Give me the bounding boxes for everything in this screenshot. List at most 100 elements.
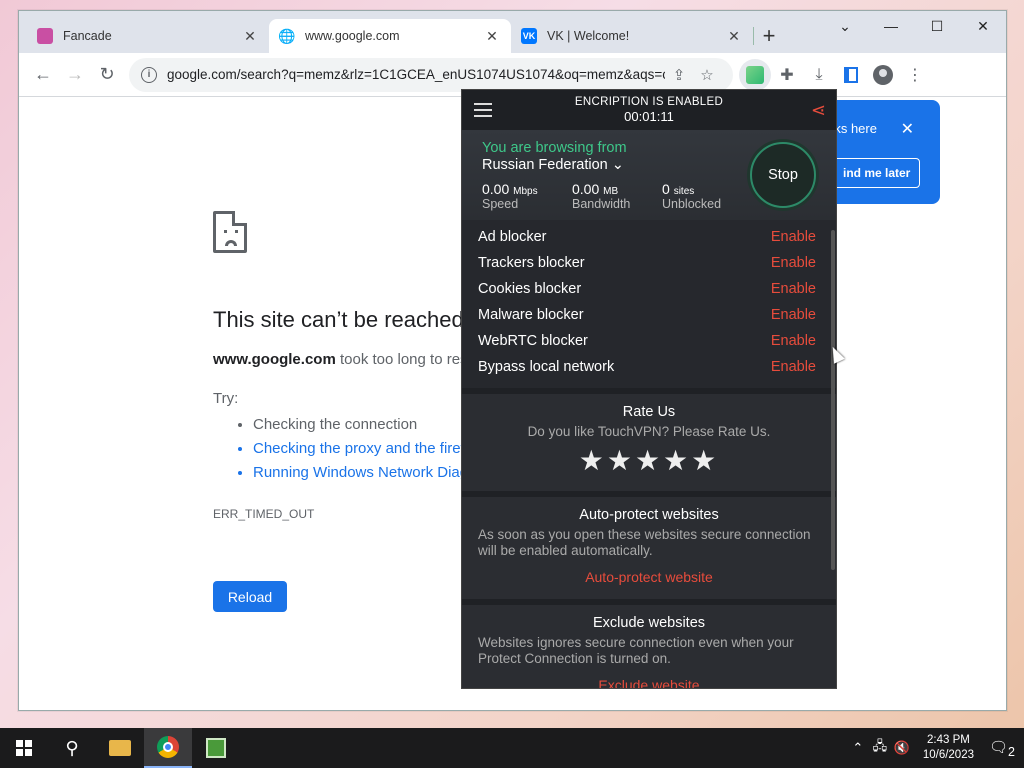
popup-scrollbar[interactable] bbox=[831, 230, 835, 570]
avatar-icon bbox=[873, 64, 893, 85]
hamburger-menu-icon[interactable] bbox=[474, 103, 492, 117]
blocker-name: Bypass local network bbox=[478, 359, 615, 375]
file-explorer-button[interactable] bbox=[96, 728, 144, 768]
blocker-row: Ad blocker Enable bbox=[462, 224, 836, 250]
side-panel-button[interactable] bbox=[835, 59, 867, 91]
tab-title: VK | Welcome! bbox=[547, 29, 630, 43]
chevron-down-icon: ⌄ bbox=[611, 157, 624, 173]
close-tab-icon[interactable]: ✕ bbox=[725, 28, 743, 45]
blocker-row: Bypass local network Enable bbox=[462, 354, 836, 380]
blocker-row: Cookies blocker Enable bbox=[462, 276, 836, 302]
profile-button[interactable] bbox=[867, 59, 899, 91]
tab-fancade[interactable]: Fancade ✕ bbox=[27, 19, 269, 53]
enable-cookies-blocker-button[interactable]: Enable bbox=[771, 281, 816, 297]
clock-date: 10/6/2023 bbox=[922, 749, 974, 761]
clock[interactable]: 2:43 PM 10/6/2023 bbox=[923, 733, 974, 763]
blocker-name: Ad blocker bbox=[478, 229, 547, 245]
stat-unit: MB bbox=[603, 186, 619, 197]
notification-icon: 🗨 bbox=[989, 738, 1009, 756]
start-button[interactable] bbox=[0, 728, 48, 768]
reload-page-button[interactable]: Reload bbox=[213, 581, 287, 612]
close-tab-icon[interactable]: ✕ bbox=[483, 28, 501, 45]
stop-vpn-button[interactable]: Stop bbox=[750, 142, 816, 208]
touchvpn-popup: ENCRIPTION IS ENABLED 00:01:11 ⋖ You are… bbox=[461, 89, 837, 689]
tab-google[interactable]: 🌐 www.google.com ✕ bbox=[269, 19, 511, 53]
enable-bypass-local-button[interactable]: Enable bbox=[771, 359, 816, 375]
tab-vk[interactable]: VK VK | Welcome! ✕ bbox=[511, 19, 753, 53]
stat-value: 0.00 bbox=[482, 181, 510, 197]
stat-unit: Mbps bbox=[513, 186, 538, 197]
auto-protect-link[interactable]: Auto-protect website bbox=[478, 569, 820, 585]
site-info-icon[interactable]: i bbox=[141, 66, 157, 83]
blocker-name: Cookies blocker bbox=[478, 281, 582, 297]
auto-protect-section: Auto-protect websites As soon as you ope… bbox=[462, 491, 836, 599]
fancade-favicon-icon bbox=[37, 28, 53, 44]
address-bar[interactable]: i google.com/search?q=memz&rlz=1C1GCEA_e… bbox=[129, 57, 733, 92]
vpn-status-panel: You are browsing from Russian Federation… bbox=[462, 130, 836, 220]
enable-webrtc-blocker-button[interactable]: Enable bbox=[771, 333, 816, 349]
tooltip-close-icon[interactable]: ✕ bbox=[901, 119, 914, 139]
share-icon[interactable]: ⋖ bbox=[811, 100, 826, 121]
stat-label: Speed bbox=[482, 197, 519, 211]
exclude-text: Websites ignores secure connection even … bbox=[478, 635, 794, 666]
blocker-row: WebRTC blocker Enable bbox=[462, 328, 836, 354]
back-button[interactable]: ← bbox=[27, 59, 59, 91]
sad-page-icon bbox=[213, 211, 247, 253]
search-icon[interactable]: ⚲ bbox=[48, 728, 96, 768]
extensions-puzzle-icon[interactable]: ✚ bbox=[771, 59, 803, 91]
rate-us-text: Do you like TouchVPN? Please Rate Us. bbox=[527, 424, 771, 439]
clock-time: 2:43 PM bbox=[927, 734, 970, 746]
stat-label: Bandwidth bbox=[572, 197, 631, 211]
blocker-name: Malware blocker bbox=[478, 307, 584, 323]
stat-value: 0 bbox=[662, 181, 670, 197]
reload-button[interactable]: ↻ bbox=[91, 59, 123, 91]
country-name: Russian Federation bbox=[482, 157, 608, 173]
download-icon[interactable]: ⤓ bbox=[803, 59, 835, 91]
share-icon[interactable]: ⇪ bbox=[665, 66, 693, 84]
exclude-section: Exclude websites Websites ignores secure… bbox=[462, 599, 836, 688]
new-tab-button[interactable]: + bbox=[754, 19, 784, 53]
minimize-button[interactable]: — bbox=[868, 11, 914, 41]
enable-malware-blocker-button[interactable]: Enable bbox=[771, 307, 816, 323]
globe-icon: 🌐 bbox=[278, 27, 296, 44]
auto-protect-text: As soon as you open these websites secur… bbox=[478, 527, 811, 558]
network-icon[interactable]: 🖧 bbox=[869, 737, 891, 759]
forward-button[interactable]: → bbox=[59, 59, 91, 91]
blocker-list: Ad blocker Enable Trackers blocker Enable … bbox=[462, 220, 836, 388]
menu-kebab-icon[interactable]: ⋮ bbox=[899, 59, 931, 91]
bookmark-star-icon[interactable]: ☆ bbox=[693, 66, 721, 84]
volume-muted-icon[interactable]: 🔇 bbox=[891, 740, 913, 756]
notifications-button[interactable]: 🗨2 bbox=[986, 738, 1018, 759]
connection-timer: 00:01:11 bbox=[624, 109, 674, 124]
chrome-taskbar-button[interactable] bbox=[144, 728, 192, 768]
tab-strip: Fancade ✕ 🌐 www.google.com ✕ VK VK | Wel… bbox=[19, 11, 1006, 53]
taskbar: ⚲ ⌃ 🖧 🔇 2:43 PM 10/6/2023 🗨2 bbox=[0, 728, 1024, 768]
touchvpn-extension-button[interactable] bbox=[739, 58, 771, 91]
rate-us-section: Rate Us Do you like TouchVPN? Please Rat… bbox=[462, 388, 836, 491]
maximize-button[interactable]: ☐ bbox=[914, 11, 960, 41]
exclude-link[interactable]: Exclude website bbox=[478, 677, 820, 688]
spreadsheet-app-button[interactable] bbox=[192, 728, 240, 768]
encryption-status: ENCRIPTION IS ENABLED bbox=[574, 96, 724, 108]
rating-stars[interactable]: ★★★★★ bbox=[478, 444, 820, 477]
window-controls: ⌄ — ☐ ✕ bbox=[822, 11, 1006, 41]
enable-ad-blocker-button[interactable]: Enable bbox=[771, 229, 816, 245]
tab-search-button[interactable]: ⌄ bbox=[822, 11, 868, 41]
stat-value: 0.00 bbox=[572, 181, 600, 197]
blocker-row: Trackers blocker Enable bbox=[462, 250, 836, 276]
rate-us-title: Rate Us bbox=[622, 404, 676, 420]
blocker-row: Malware blocker Enable bbox=[462, 302, 836, 328]
stat-bandwidth: 0.00 MB Bandwidth bbox=[572, 181, 662, 211]
blocker-name: WebRTC blocker bbox=[478, 333, 588, 349]
folder-icon bbox=[109, 740, 131, 756]
windows-logo-icon bbox=[16, 740, 32, 756]
tab-title: www.google.com bbox=[305, 29, 400, 43]
chevron-up-icon[interactable]: ⌃ bbox=[847, 740, 869, 756]
blocker-name: Trackers blocker bbox=[478, 255, 585, 271]
close-tab-icon[interactable]: ✕ bbox=[241, 28, 259, 45]
touchvpn-logo-icon bbox=[746, 65, 764, 84]
vpn-header: ENCRIPTION IS ENABLED 00:01:11 ⋖ bbox=[462, 90, 836, 130]
notification-count: 2 bbox=[1008, 744, 1015, 759]
close-window-button[interactable]: ✕ bbox=[960, 11, 1006, 41]
enable-trackers-blocker-button[interactable]: Enable bbox=[771, 255, 816, 271]
